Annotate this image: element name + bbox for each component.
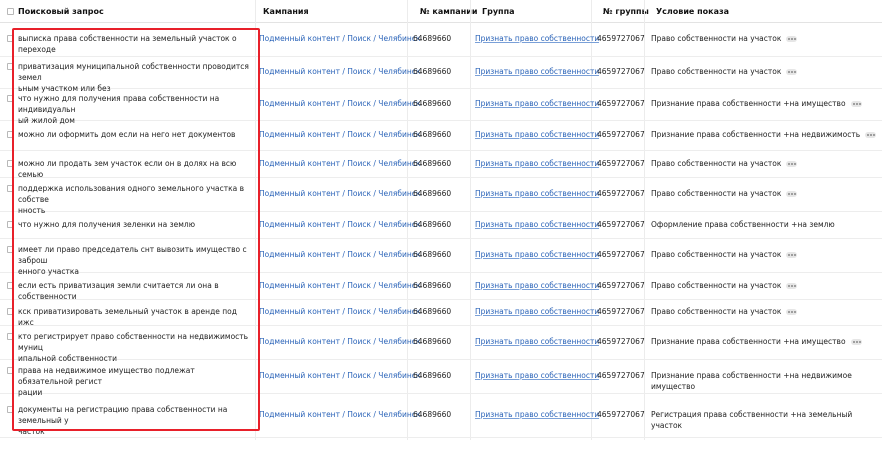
show-condition: Право собственности на участок	[651, 249, 798, 260]
show-condition-text: Право собственности на участок	[651, 250, 782, 259]
show-condition: Право собственности на участок	[651, 158, 798, 169]
campaign-link[interactable]: Подменный контент / Поиск / Челябинск	[259, 409, 420, 420]
group-link[interactable]: Признать право собственности	[475, 219, 599, 230]
header-query[interactable]: Поисковый запрос	[18, 6, 104, 17]
show-condition-text: Право собственности на участок	[651, 34, 782, 43]
group-link[interactable]: Признать право собственности	[475, 409, 599, 420]
select-all-checkbox[interactable]	[7, 8, 14, 15]
show-condition-text: Признание права собственности +на недвиж…	[651, 130, 861, 139]
more-options-icon[interactable]	[786, 252, 798, 258]
campaign-link[interactable]: Подменный контент / Поиск / Челябинск	[259, 129, 420, 140]
campaign-link[interactable]: Подменный контент / Поиск / Челябинск	[259, 249, 420, 260]
campaign-link[interactable]: Подменный контент / Поиск / Челябинск	[259, 98, 420, 109]
group-link[interactable]: Признать право собственности	[475, 98, 599, 109]
more-options-icon[interactable]	[850, 101, 862, 107]
group-id: 4659727067	[597, 307, 645, 316]
show-condition-text: Право собственности на участок	[651, 189, 782, 198]
show-condition-text: Регистрация права собственности +на земе…	[651, 410, 853, 430]
more-options-icon[interactable]	[786, 161, 798, 167]
group-id: 4659727067	[597, 250, 645, 259]
show-condition: Признание права собственности +на недвиж…	[651, 129, 877, 140]
campaign-link[interactable]: Подменный контент / Поиск / Челябинск	[259, 66, 420, 77]
header-group[interactable]: Группа	[482, 6, 515, 17]
header-campaign[interactable]: Кампания	[263, 6, 309, 17]
campaign-link[interactable]: Подменный контент / Поиск / Челябинск	[259, 336, 420, 347]
campaign-link[interactable]: Подменный контент / Поиск / Челябинск	[259, 158, 420, 169]
more-options-icon[interactable]	[786, 283, 798, 289]
campaign-id: 64689660	[413, 67, 452, 76]
more-options-icon[interactable]	[786, 36, 798, 42]
campaign-id: 64689660	[413, 159, 452, 168]
campaign-id: 64689660	[413, 220, 452, 229]
campaign-link[interactable]: Подменный контент / Поиск / Челябинск	[259, 188, 420, 199]
query-column-highlight	[12, 28, 260, 431]
table-header: Поисковый запрос Кампания № кампании Гру…	[0, 0, 882, 23]
show-condition: Признание права собственности +на недвиж…	[651, 370, 882, 392]
show-condition: Право собственности на участок	[651, 306, 798, 317]
show-condition-text: Признание права собственности +на имущес…	[651, 337, 846, 346]
show-condition: Право собственности на участок	[651, 66, 798, 77]
campaign-link[interactable]: Подменный контент / Поиск / Челябинск	[259, 370, 420, 381]
show-condition: Право собственности на участок	[651, 280, 798, 291]
campaign-id: 64689660	[413, 130, 452, 139]
group-link[interactable]: Признать право собственности	[475, 336, 599, 347]
show-condition: Признание права собственности +на имущес…	[651, 336, 862, 347]
group-link[interactable]: Признать право собственности	[475, 66, 599, 77]
group-id: 4659727067	[597, 337, 645, 346]
more-options-icon[interactable]	[786, 309, 798, 315]
group-link[interactable]: Признать право собственности	[475, 280, 599, 291]
group-id: 4659727067	[597, 34, 645, 43]
group-id: 4659727067	[597, 189, 645, 198]
group-link[interactable]: Признать право собственности	[475, 370, 599, 381]
more-options-icon[interactable]	[786, 69, 798, 75]
more-options-icon[interactable]	[850, 339, 862, 345]
group-id: 4659727067	[597, 371, 645, 380]
campaign-id: 64689660	[413, 99, 452, 108]
header-condition[interactable]: Условие показа	[656, 6, 729, 17]
more-options-icon[interactable]	[865, 132, 877, 138]
show-condition: Регистрация права собственности +на земе…	[651, 409, 882, 431]
header-group-id[interactable]: № группы	[603, 6, 649, 17]
group-id: 4659727067	[597, 130, 645, 139]
campaign-id: 64689660	[413, 337, 452, 346]
show-condition: Признание права собственности +на имущес…	[651, 98, 862, 109]
show-condition: Право собственности на участок	[651, 33, 798, 44]
group-id: 4659727067	[597, 281, 645, 290]
campaign-link[interactable]: Подменный контент / Поиск / Челябинск	[259, 33, 420, 44]
show-condition: Оформление права собственности +на землю	[651, 219, 835, 230]
campaign-id: 64689660	[413, 307, 452, 316]
campaign-id: 64689660	[413, 189, 452, 198]
header-campaign-id[interactable]: № кампании	[420, 6, 477, 17]
show-condition-text: Оформление права собственности +на землю	[651, 220, 835, 229]
campaign-id: 64689660	[413, 281, 452, 290]
campaign-link[interactable]: Подменный контент / Поиск / Челябинск	[259, 306, 420, 317]
group-link[interactable]: Признать право собственности	[475, 129, 599, 140]
campaign-id: 64689660	[413, 371, 452, 380]
show-condition-text: Право собственности на участок	[651, 159, 782, 168]
show-condition-text: Право собственности на участок	[651, 281, 782, 290]
campaign-link[interactable]: Подменный контент / Поиск / Челябинск	[259, 219, 420, 230]
campaign-link[interactable]: Подменный контент / Поиск / Челябинск	[259, 280, 420, 291]
show-condition-text: Право собственности на участок	[651, 307, 782, 316]
show-condition-text: Признание права собственности +на недвиж…	[651, 371, 852, 391]
group-link[interactable]: Признать право собственности	[475, 188, 599, 199]
campaign-id: 64689660	[413, 410, 452, 419]
group-id: 4659727067	[597, 159, 645, 168]
group-id: 4659727067	[597, 410, 645, 419]
group-link[interactable]: Признать право собственности	[475, 33, 599, 44]
show-condition-text: Право собственности на участок	[651, 67, 782, 76]
group-id: 4659727067	[597, 220, 645, 229]
campaign-id: 64689660	[413, 250, 452, 259]
group-link[interactable]: Признать право собственности	[475, 249, 599, 260]
more-options-icon[interactable]	[786, 191, 798, 197]
group-link[interactable]: Признать право собственности	[475, 306, 599, 317]
show-condition-text: Признание права собственности +на имущес…	[651, 99, 846, 108]
group-id: 4659727067	[597, 67, 645, 76]
campaign-id: 64689660	[413, 34, 452, 43]
show-condition: Право собственности на участок	[651, 188, 798, 199]
group-link[interactable]: Признать право собственности	[475, 158, 599, 169]
group-id: 4659727067	[597, 99, 645, 108]
